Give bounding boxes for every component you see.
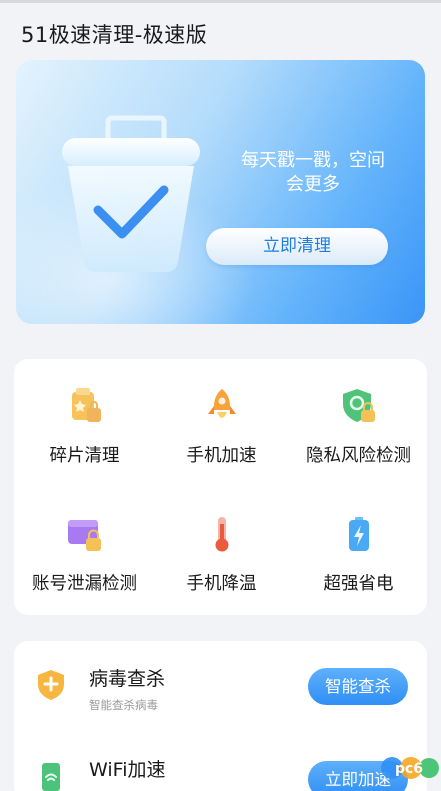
tool-label: 超强省电 <box>323 574 394 594</box>
tool-label: 手机降温 <box>186 574 257 594</box>
fragment-clean-icon <box>71 388 101 422</box>
thermometer-icon <box>215 517 228 552</box>
tool-label: 账号泄漏检测 <box>32 574 137 594</box>
hero-message-line2: 会更多 <box>286 174 340 195</box>
virus-shield-icon <box>38 670 64 700</box>
tool-account-leak-check[interactable]: 账号泄漏检测 <box>16 514 153 595</box>
virus-scan-title: 病毒查杀 <box>89 668 166 690</box>
tools-grid: 碎片清理 手机加速 隐私风险检测 账号泄漏检测 手机降温 超强省电 <box>14 359 427 615</box>
tool-phone-boost[interactable]: 手机加速 <box>153 386 290 467</box>
feature-list: 病毒查杀 智能查杀病毒 智能查杀 WiFi加速 立即加速 <box>14 641 427 791</box>
hero-message: 每天戳一戳，空间 会更多 <box>208 149 418 197</box>
tool-label: 碎片清理 <box>49 446 120 466</box>
tool-fragment-clean[interactable]: 碎片清理 <box>16 386 153 467</box>
pc6-watermark-logo: pc6 <box>381 757 439 779</box>
tool-label: 隐私风险检测 <box>306 446 411 466</box>
smart-scan-button[interactable]: 智能查杀 <box>308 668 408 705</box>
list-item-wifi-boost[interactable]: WiFi加速 立即加速 <box>14 731 427 791</box>
wallet-lock-icon <box>67 520 101 551</box>
virus-scan-subtitle: 智能查杀病毒 <box>89 698 158 712</box>
watermark-text: pc6 <box>395 761 423 777</box>
privacy-shield-lock-icon <box>342 389 375 422</box>
wifi-boost-title: WiFi加速 <box>89 759 166 781</box>
clean-now-button[interactable]: 立即清理 <box>206 228 388 265</box>
tool-phone-cooling[interactable]: 手机降温 <box>153 514 290 595</box>
list-item-virus-scan[interactable]: 病毒查杀 智能查杀病毒 智能查杀 <box>14 641 427 731</box>
status-bar-line <box>0 0 441 3</box>
tool-label: 手机加速 <box>186 446 257 466</box>
hero-clean-card[interactable]: 每天戳一戳，空间 会更多 立即清理 <box>16 60 425 324</box>
tool-power-saving[interactable]: 超强省电 <box>290 514 427 595</box>
hero-message-line1: 每天戳一戳，空间 <box>241 150 385 171</box>
trash-bin-check-icon <box>62 115 200 272</box>
rocket-icon <box>207 389 236 418</box>
app-title: 51极速清理-极速版 <box>21 23 208 47</box>
wifi-phone-icon <box>42 763 60 791</box>
tool-privacy-check[interactable]: 隐私风险检测 <box>290 386 427 467</box>
battery-bolt-icon <box>348 517 369 551</box>
